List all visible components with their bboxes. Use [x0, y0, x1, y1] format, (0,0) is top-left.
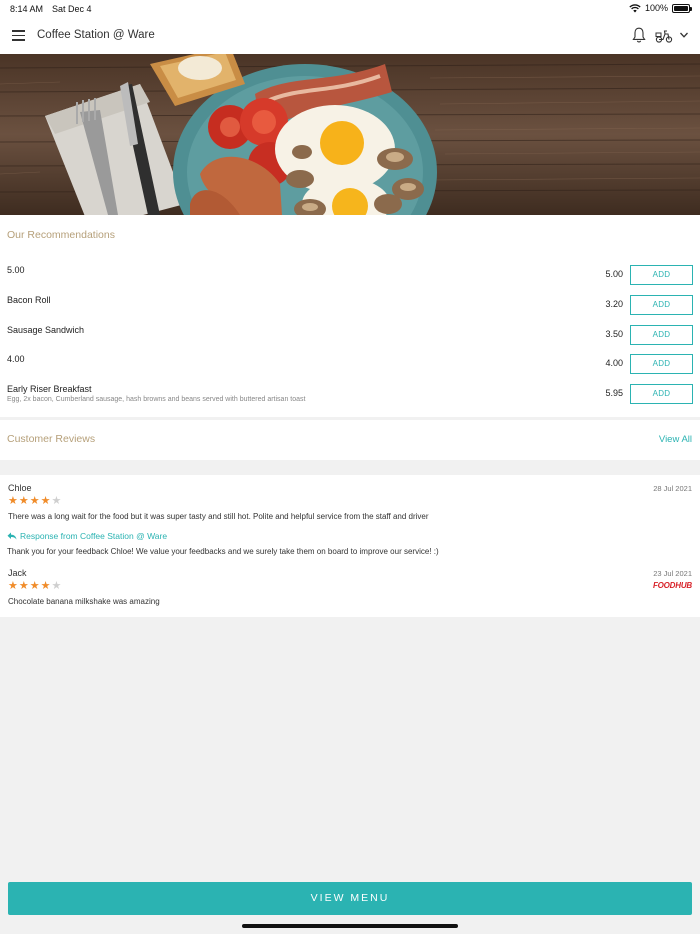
- star-icon: ★: [51, 495, 62, 507]
- star-rating: ★ ★ ★ ★ ★: [8, 496, 61, 507]
- recommendations-title: Our Recommendations: [7, 229, 115, 241]
- review-text: There was a long wait for the food but i…: [8, 512, 429, 521]
- star-icon: ★: [29, 495, 40, 507]
- review-date: 23 Jul 2021: [653, 569, 692, 578]
- battery-icon: [672, 3, 692, 13]
- star-icon: ★: [40, 580, 51, 592]
- reviewer-name: Jack: [8, 568, 27, 578]
- home-indicator: [242, 924, 458, 928]
- wifi-icon: [629, 3, 641, 12]
- response-text: Thank you for your feedback Chloe! We va…: [7, 547, 439, 556]
- notification-bell-icon[interactable]: [632, 27, 646, 44]
- rec-item-name: 5.00: [7, 265, 25, 275]
- star-icon: ★: [51, 580, 62, 592]
- battery-percent: 100%: [644, 3, 668, 13]
- star-icon: ★: [8, 580, 18, 592]
- response-heading: Response from Coffee Station @ Ware: [7, 531, 167, 541]
- response-heading-text: Response from Coffee Station @ Ware: [20, 531, 168, 541]
- rec-item-price: 3.20: [605, 299, 623, 309]
- rec-item-name: Sausage Sandwich: [7, 325, 85, 335]
- star-rating: ★ ★ ★ ★ ★: [8, 581, 61, 592]
- rec-item: Early Riser Breakfast Egg, 2x bacon, Cum…: [0, 384, 700, 410]
- rec-item-price: 5.95: [605, 388, 623, 398]
- reviews-list: Chloe 28 Jul 2021 ★ ★ ★ ★ ★ There was a …: [0, 475, 700, 617]
- chevron-down-icon[interactable]: [679, 30, 689, 40]
- reply-icon: [7, 532, 17, 540]
- app-header: Coffee Station @ Ware: [0, 18, 700, 54]
- rec-item-price: 4.00: [605, 358, 623, 368]
- status-date: Sat Dec 4: [52, 4, 92, 14]
- star-icon: ★: [18, 495, 29, 507]
- status-indicators: 100%: [629, 3, 692, 13]
- rec-item: Bacon Roll 3.20 ADD: [0, 295, 700, 321]
- star-icon: ★: [18, 580, 29, 592]
- breakfast-plate-illustration: [0, 54, 700, 215]
- add-button[interactable]: ADD: [630, 265, 693, 285]
- rec-item-price: 5.00: [605, 269, 623, 279]
- status-time: 8:14 AM: [10, 4, 44, 14]
- star-icon: ★: [8, 495, 18, 507]
- rec-item-name: 4.00: [7, 354, 25, 364]
- status-bar: 8:14 AM Sat Dec 4 100%: [0, 0, 700, 18]
- add-button[interactable]: ADD: [630, 295, 693, 315]
- rec-item-price: 3.50: [605, 329, 623, 339]
- reviews-header: Customer Reviews View All: [0, 420, 700, 460]
- hero-banner-image: [0, 54, 700, 215]
- add-button[interactable]: ADD: [630, 325, 693, 345]
- review-date: 28 Jul 2021: [653, 484, 692, 493]
- reviewer-name: Chloe: [8, 483, 32, 493]
- store-title: Coffee Station @ Ware: [37, 29, 155, 41]
- view-menu-button[interactable]: VIEW MENU: [8, 882, 692, 915]
- rec-item: 5.00 5.00 ADD: [0, 265, 700, 291]
- rec-item-description: Egg, 2x bacon, Cumberland sausage, hash …: [7, 396, 306, 403]
- rec-item-name: Bacon Roll: [7, 295, 51, 305]
- star-icon: ★: [40, 495, 51, 507]
- add-button[interactable]: ADD: [630, 384, 693, 404]
- rec-item-name: Early Riser Breakfast: [7, 384, 92, 394]
- star-icon: ★: [29, 580, 40, 592]
- delivery-scooter-icon[interactable]: [655, 28, 673, 44]
- rec-item: Sausage Sandwich 3.50 ADD: [0, 325, 700, 351]
- rec-item: 4.00 4.00 ADD: [0, 354, 700, 380]
- recommendations-section: Our Recommendations 5.00 5.00 ADD Bacon …: [0, 215, 700, 417]
- foodhub-logo: FOODHUB: [652, 581, 692, 590]
- add-button[interactable]: ADD: [630, 354, 693, 374]
- reviews-title: Customer Reviews: [7, 433, 96, 445]
- menu-icon[interactable]: [12, 30, 25, 41]
- review-text: Chocolate banana milkshake was amazing: [8, 597, 160, 606]
- view-all-link[interactable]: View All: [659, 434, 692, 445]
